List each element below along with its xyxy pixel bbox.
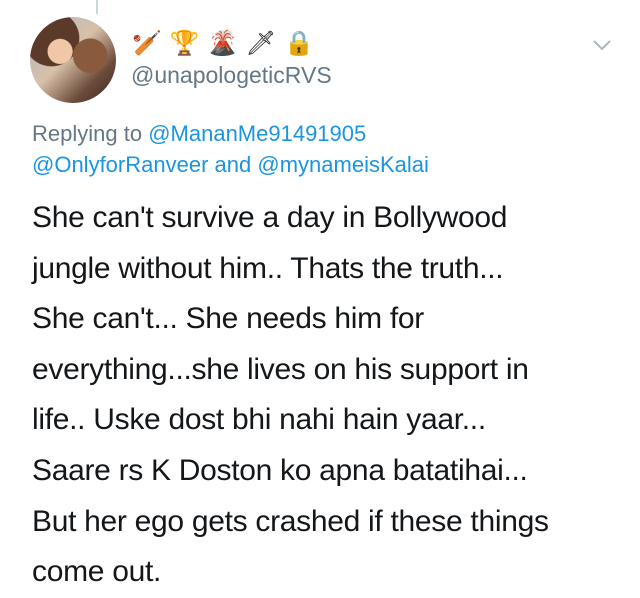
volcano-icon: 🌋: [207, 29, 238, 57]
thread-connector-line: [96, 0, 98, 14]
tweet-text-line: But her ego gets crashed if these things: [32, 504, 549, 538]
tweet-text: She can't survive a day in Bollywood jun…: [32, 193, 622, 598]
cricket-bat-icon: 🏏: [132, 29, 162, 57]
mention-conjunction: and: [214, 152, 252, 177]
replying-to: Replying to @MananMe91491905 @OnlyforRan…: [32, 118, 429, 180]
lock-icon: 🔒: [284, 29, 315, 57]
mention-link[interactable]: @mynameisKalai: [257, 152, 429, 177]
trophy-icon: 🏆: [169, 29, 200, 57]
display-name-badges: 🏏 🏆 🌋 🗡 🔒: [132, 28, 314, 58]
tweet-text-line: jungle without him.. Thats the truth...: [32, 251, 504, 285]
mention-link[interactable]: @MananMe91491905: [148, 121, 366, 146]
tweet-text-line: life.. Uske dost bhi nahi hain yaar...: [32, 403, 486, 437]
user-handle[interactable]: @unapologeticRVS: [131, 62, 332, 89]
dagger-icon: 🗡: [245, 29, 277, 57]
avatar[interactable]: [30, 17, 116, 103]
replying-to-label: Replying to: [32, 121, 143, 146]
tweet-text-line: everything...she lives on his support in: [32, 352, 529, 386]
chevron-down-icon[interactable]: [592, 38, 612, 57]
tweet-text-line: come out.: [32, 555, 162, 589]
tweet-text-line: She can't survive a day in Bollywood: [32, 201, 508, 234]
mention-link[interactable]: @OnlyforRanveer: [32, 152, 208, 177]
tweet-text-line: She can't... She needs him for: [32, 302, 424, 336]
tweet-text-line: Saare rs K Doston ko apna batatihai...: [32, 453, 528, 487]
